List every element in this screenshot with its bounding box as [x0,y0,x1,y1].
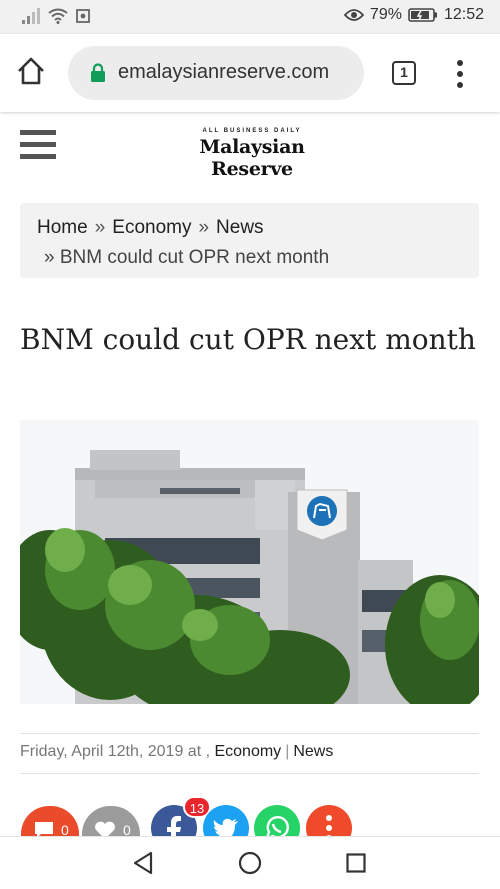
status-bar: 79% 12:52 [0,0,500,34]
breadcrumb-separator: » [44,247,55,268]
breadcrumb-home[interactable]: Home [37,217,88,238]
breadcrumb-separator: » [198,217,210,238]
article-date: Friday, April 12th, 2019 at , [20,743,211,760]
site-logo[interactable]: ALL BUSINESS DAILY Malaysian Reserve [162,128,342,180]
breadcrumb: Home » Economy » News » BNM could cut OPR ne… [20,203,479,278]
breadcrumb-news[interactable]: News [216,217,264,238]
system-navigation-bar [0,836,500,889]
battery-icon [408,8,437,22]
logo-tagline: ALL BUSINESS DAILY [202,128,302,134]
tab-switcher-button[interactable]: 1 [392,61,416,85]
lock-icon [91,63,105,82]
breadcrumb-economy[interactable]: Economy [112,217,191,238]
article-meta: Friday, April 12th, 2019 at , Economy | Ne… [20,743,334,760]
recent-apps-icon[interactable] [346,853,366,873]
article-title: BNM could cut OPR next month [20,323,476,356]
url-text: emalaysianreserve.com [118,61,330,83]
back-icon[interactable] [132,851,154,875]
clock: 12:52 [443,6,484,23]
breadcrumb-separator: » [94,217,106,238]
eye-comfort-icon [343,9,364,21]
battery-percent: 79% [369,6,402,23]
article-hero-image [20,420,479,704]
browser-home-button[interactable] [16,56,50,90]
category-link-news[interactable]: News [293,743,333,760]
category-link-economy[interactable]: Economy [214,743,281,760]
address-bar[interactable]: emalaysianreserve.com [68,46,364,100]
share-bar: 0 0 13 [0,796,500,852]
hamburger-menu-icon[interactable] [20,130,56,162]
divider [20,773,479,774]
divider [20,733,479,734]
home-icon [18,57,44,85]
logo-name: Malaysian Reserve [199,136,305,180]
browser-toolbar: emalaysianreserve.com 1 [0,34,500,112]
home-circle-icon[interactable] [238,851,262,875]
overflow-menu-icon[interactable] [454,59,466,89]
signal-icon [22,8,40,24]
breadcrumb-current: BNM could cut OPR next month [59,247,330,268]
screenshot-icon [76,9,90,23]
wifi-icon [48,8,68,24]
